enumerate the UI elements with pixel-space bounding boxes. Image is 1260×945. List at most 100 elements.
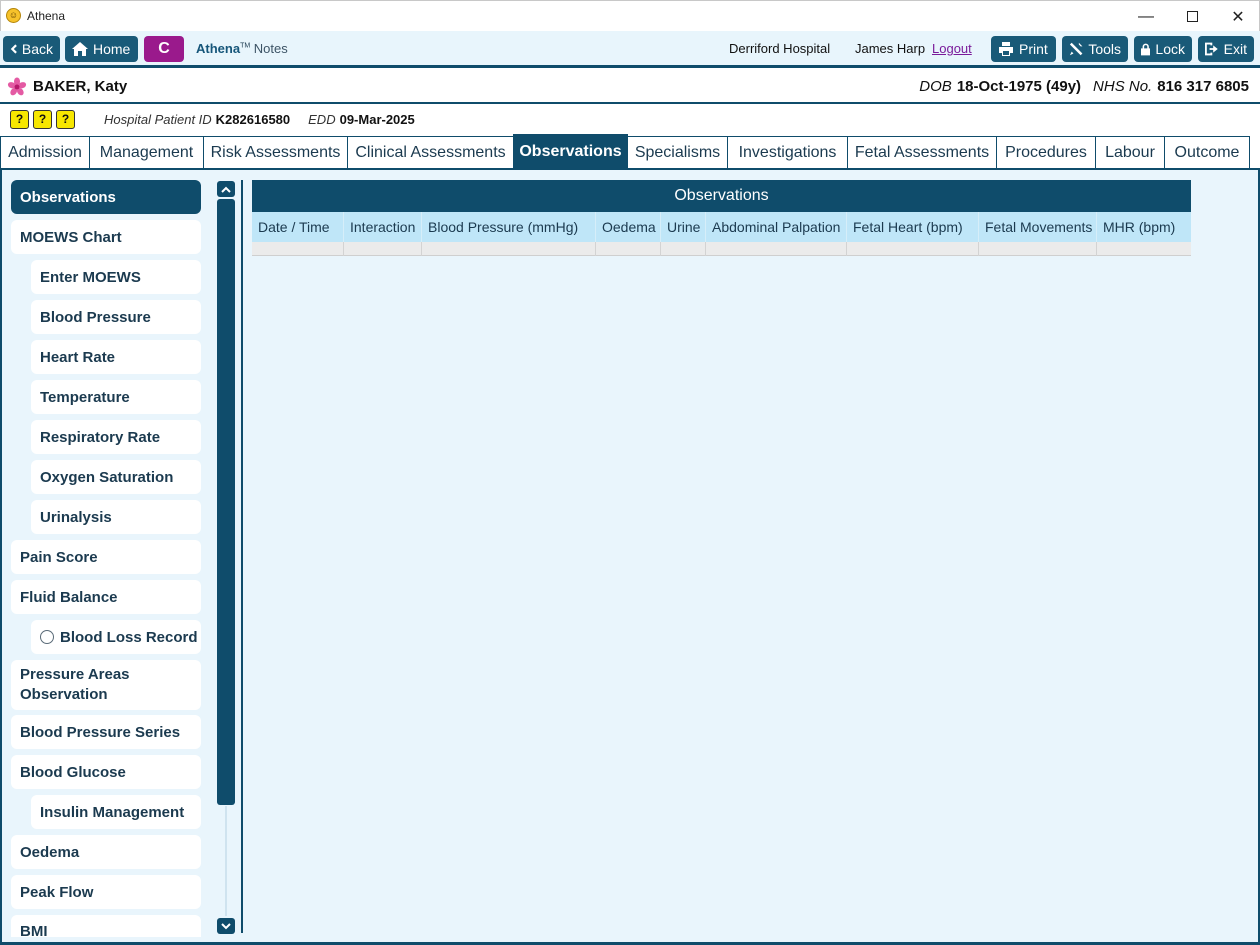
- home-button[interactable]: Home: [65, 36, 138, 62]
- back-button-label: Back: [21, 41, 53, 57]
- minimize-window-button[interactable]: —: [1123, 1, 1169, 32]
- column-header-mhr[interactable]: MHR (bpm): [1097, 212, 1191, 242]
- alert-icon-1[interactable]: ?: [10, 110, 29, 129]
- radio-icon: [40, 630, 54, 644]
- patient-id-bar: ? ? ? Hospital Patient ID K282616580 EDD 09…: [0, 106, 1260, 136]
- home-icon: [72, 42, 88, 56]
- sidebar-item-urinalysis[interactable]: Urinalysis: [31, 500, 201, 534]
- sidebar-item-moews-chart[interactable]: MOEWS Chart: [11, 220, 201, 254]
- tools-button-label: Tools: [1088, 41, 1121, 57]
- exit-icon: [1205, 42, 1218, 56]
- tab-labour[interactable]: Labour: [1095, 136, 1165, 168]
- close-icon: ✕: [1231, 8, 1245, 26]
- maximize-icon: [1186, 11, 1198, 22]
- sidebar-scrollbar-thumb[interactable]: [217, 199, 235, 805]
- minimize-icon: —: [1138, 7, 1154, 25]
- sidebar-item-oxygen-saturation[interactable]: Oxygen Saturation: [31, 460, 201, 494]
- tab-admission[interactable]: Admission: [0, 136, 90, 168]
- lock-button[interactable]: Lock: [1134, 36, 1192, 62]
- c-button-label: C: [158, 40, 170, 57]
- alert-icon-3[interactable]: ?: [56, 110, 75, 129]
- column-header-abdominal-palpation[interactable]: Abdominal Palpation: [706, 212, 847, 242]
- sidebar-item-oedema[interactable]: Oedema: [11, 835, 201, 869]
- tab-procedures[interactable]: Procedures: [996, 136, 1096, 168]
- sidebar-item-blood-pressure-series[interactable]: Blood Pressure Series: [11, 715, 201, 749]
- tab-management[interactable]: Management: [89, 136, 204, 168]
- tab-investigations[interactable]: Investigations: [727, 136, 848, 168]
- column-header-fetal-heart[interactable]: Fetal Heart (bpm): [847, 212, 979, 242]
- chevron-up-icon: [221, 186, 231, 193]
- column-header-blood-pressure[interactable]: Blood Pressure (mmHg): [422, 212, 596, 242]
- print-button[interactable]: Print: [991, 36, 1056, 62]
- main-toolbar: Back Home C Print Tools Lock Exit: [0, 31, 1260, 68]
- brand-name: Athena: [196, 41, 241, 56]
- scroll-up-button[interactable]: [217, 181, 235, 197]
- patient-identifiers: DOB 18-Oct-1975 (49y) NHS No. 816 317 6805: [919, 78, 1249, 95]
- tab-risk-assessments[interactable]: Risk Assessments: [203, 136, 348, 168]
- c-button[interactable]: C: [144, 36, 184, 62]
- column-header-date-time[interactable]: Date / Time: [252, 212, 344, 242]
- brand-suffix: Notes: [253, 41, 288, 56]
- exit-button[interactable]: Exit: [1198, 36, 1254, 62]
- sidebar-item-respiratory-rate[interactable]: Respiratory Rate: [31, 420, 201, 454]
- tab-outcome[interactable]: Outcome: [1164, 136, 1250, 168]
- sidebar-item-temperature[interactable]: Temperature: [31, 380, 201, 414]
- table-header-row: Date / Time Interaction Blood Pressure (…: [252, 212, 1191, 242]
- patient-forename: Katy: [90, 78, 128, 95]
- hospital-id-value: K282616580: [215, 112, 291, 127]
- column-header-interaction[interactable]: Interaction: [344, 212, 422, 242]
- column-header-urine[interactable]: Urine: [661, 212, 706, 242]
- nhs-value: 816 317 6805: [1157, 78, 1249, 95]
- table-cell: [979, 242, 1097, 256]
- alert-icon-2[interactable]: ?: [33, 110, 52, 129]
- sidebar-item-blood-loss-record[interactable]: Blood Loss Record: [31, 620, 201, 654]
- scroll-down-button[interactable]: [217, 918, 235, 934]
- sidebar-item-observations[interactable]: Observations: [11, 180, 201, 214]
- edd-label: EDD: [308, 112, 336, 127]
- table-cell: [596, 242, 661, 256]
- tab-fetal-assessments[interactable]: Fetal Assessments: [847, 136, 997, 168]
- column-header-fetal-movements[interactable]: Fetal Movements: [979, 212, 1097, 242]
- hospital-id-label: Hospital Patient ID: [104, 112, 212, 127]
- sidebar-scroll-track[interactable]: [225, 806, 227, 916]
- back-button[interactable]: Back: [3, 36, 60, 62]
- window-titlebar: ☺ Athena — ✕: [0, 0, 1260, 31]
- sidebar-item-peak-flow[interactable]: Peak Flow: [11, 875, 201, 909]
- tab-clinical-assessments[interactable]: Clinical Assessments: [347, 136, 514, 168]
- sidebar-item-heart-rate[interactable]: Heart Rate: [31, 340, 201, 374]
- sidebar-item-blood-glucose[interactable]: Blood Glucose: [11, 755, 201, 789]
- athena-notes-brand: AthenaTM Notes: [196, 41, 288, 56]
- hospital-edd-info: Hospital Patient ID K282616580 EDD 09-Mar-2…: [104, 112, 433, 127]
- flower-icon: [7, 77, 27, 96]
- maximize-window-button[interactable]: [1169, 1, 1215, 32]
- tab-specialisms[interactable]: Specialisms: [627, 136, 728, 168]
- hospital-name: Derriford Hospital: [729, 41, 831, 56]
- tools-button[interactable]: Tools: [1062, 36, 1128, 62]
- section-tabs: Admission Management Risk Assessments Cl…: [0, 134, 1260, 170]
- sidebar-item-insulin-management[interactable]: Insulin Management: [31, 795, 201, 829]
- table-title: Observations: [252, 180, 1191, 212]
- user-name: James Harp: [855, 41, 926, 56]
- print-button-label: Print: [1019, 41, 1048, 57]
- sidebar-item-bmi[interactable]: BMI: [11, 915, 201, 937]
- sidebar-item-blood-pressure[interactable]: Blood Pressure: [31, 300, 201, 334]
- logout-link[interactable]: Logout: [932, 41, 972, 56]
- lock-button-label: Lock: [1155, 41, 1185, 57]
- table-cell: [422, 242, 596, 256]
- tab-observations[interactable]: Observations: [513, 134, 628, 168]
- patient-name: BAKER, Katy: [33, 78, 127, 95]
- sidebar-item-pain-score[interactable]: Pain Score: [11, 540, 201, 574]
- patient-surname: BAKER,: [33, 78, 91, 95]
- sidebar-item-pressure-areas-observation[interactable]: Pressure Areas Observation: [11, 660, 201, 710]
- nhs-label: NHS No.: [1093, 78, 1153, 95]
- lock-icon: [1141, 43, 1151, 55]
- sidebar-item-enter-moews[interactable]: Enter MOEWS: [31, 260, 201, 294]
- close-window-button[interactable]: ✕: [1215, 1, 1260, 32]
- dob-value: 18-Oct-1975 (49y): [956, 78, 1082, 95]
- panel-divider: [241, 180, 243, 933]
- sidebar-item-fluid-balance[interactable]: Fluid Balance: [11, 580, 201, 614]
- table-cell: [661, 242, 706, 256]
- table-cell: [344, 242, 422, 256]
- window-title: Athena: [27, 9, 66, 23]
- column-header-oedema[interactable]: Oedema: [596, 212, 661, 242]
